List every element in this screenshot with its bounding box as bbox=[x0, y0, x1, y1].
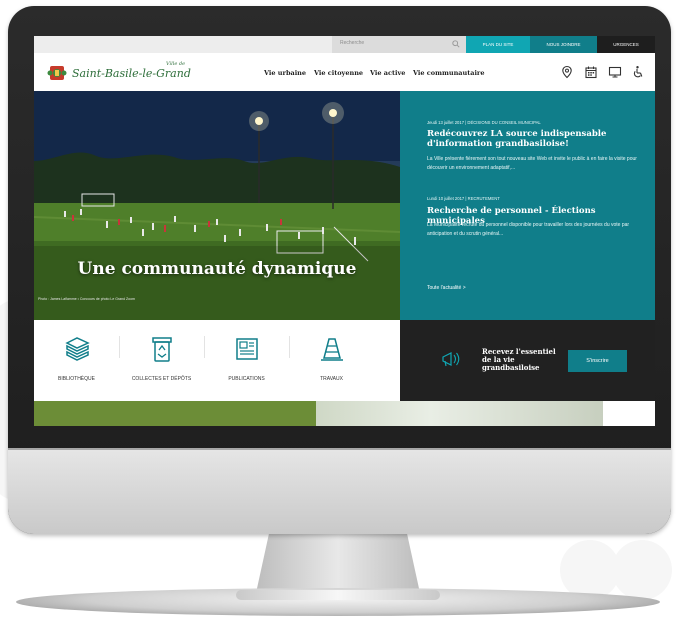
utility-bar: Recherche Plan du site Nous joindre Urge… bbox=[34, 36, 655, 53]
contact-link[interactable]: Nous joindre bbox=[530, 36, 597, 53]
search-field[interactable]: Recherche bbox=[332, 36, 466, 53]
service-label: Collectes et dépôts bbox=[131, 376, 192, 382]
accessibility-icon[interactable] bbox=[631, 65, 645, 79]
monitor-icon[interactable] bbox=[608, 65, 622, 79]
news-title[interactable]: Redécouvrez LA source indispensable d'in… bbox=[427, 129, 647, 149]
service-item-travaux[interactable]: Travaux bbox=[289, 320, 374, 401]
background-shape bbox=[612, 540, 672, 600]
soccer-field-photo bbox=[34, 91, 400, 320]
all-news-link[interactable]: Toute l'actualité > bbox=[427, 285, 466, 291]
monitor-stand-neck bbox=[256, 533, 420, 593]
site-header: Ville de Saint-Basile-le-Grand Vie urbai… bbox=[34, 53, 655, 91]
subscribe-button[interactable]: S'inscrire bbox=[568, 350, 627, 372]
monitor-chin bbox=[8, 448, 671, 534]
service-item-publications[interactable]: Publications bbox=[204, 320, 289, 401]
news-meta: Lundi 10 juillet 2017 | RECRUTEMENT bbox=[427, 196, 500, 201]
service-label: Bibliothèque bbox=[58, 376, 95, 382]
search-icon[interactable] bbox=[452, 40, 460, 48]
search-placeholder: Recherche bbox=[340, 40, 365, 46]
map-pin-icon[interactable] bbox=[560, 65, 574, 79]
traffic-cone-icon bbox=[321, 338, 343, 361]
site-map-link[interactable]: Plan du site bbox=[466, 36, 530, 53]
news-meta: Jeudi 13 juillet 2017 | DÉCISIONS DU CON… bbox=[427, 120, 541, 125]
photo-credit: Photo : James Laflamme • Concours de pho… bbox=[38, 297, 135, 301]
service-label: Publications bbox=[228, 376, 265, 382]
background-shape bbox=[560, 540, 620, 600]
site-logo-text[interactable]: Saint-Basile-le-Grand bbox=[72, 67, 191, 80]
hero-title: Une communauté dynamique bbox=[77, 259, 357, 279]
nav-vie-active[interactable]: Vie active bbox=[370, 69, 405, 77]
news-excerpt: La Municipalité recrute du personnel dis… bbox=[427, 222, 630, 237]
feature-block-photo[interactable] bbox=[316, 401, 603, 426]
news-panel: Jeudi 13 juillet 2017 | DÉCISIONS DU CON… bbox=[400, 91, 655, 320]
emergency-link[interactable]: Urgences bbox=[597, 36, 655, 53]
newsletter-panel: Recevez l'essentiel de la vie grandbasil… bbox=[400, 320, 655, 401]
page: Recherche Plan du site Nous joindre Urge… bbox=[0, 0, 676, 627]
monitor-stand-base-top bbox=[236, 590, 440, 600]
website-screen: Recherche Plan du site Nous joindre Urge… bbox=[34, 36, 655, 426]
service-label: Travaux bbox=[320, 376, 343, 382]
chin-divider bbox=[8, 448, 671, 450]
service-item-bibliotheque[interactable]: Bibliothèque bbox=[34, 320, 119, 401]
newspaper-icon bbox=[236, 338, 258, 360]
news-excerpt: La Ville présente fièrement son tout nou… bbox=[427, 156, 637, 171]
nav-vie-urbaine[interactable]: Vie urbaine bbox=[264, 69, 306, 77]
recycle-bin-icon bbox=[152, 337, 172, 362]
below-fold-strip bbox=[34, 401, 655, 426]
hero-banner[interactable]: Une communauté dynamique Photo : James L… bbox=[34, 91, 400, 320]
books-icon bbox=[65, 337, 90, 361]
nav-vie-citoyenne[interactable]: Vie citoyenne bbox=[314, 69, 363, 77]
megaphone-icon bbox=[442, 352, 460, 367]
feature-block-green[interactable] bbox=[34, 401, 316, 426]
calendar-icon[interactable] bbox=[584, 65, 598, 79]
service-item-collectes[interactable]: Collectes et dépôts bbox=[119, 320, 204, 401]
city-crest-icon[interactable] bbox=[47, 64, 67, 82]
newsletter-text: Recevez l'essentiel de la vie grandbasil… bbox=[482, 347, 556, 372]
service-shortcuts: Bibliothèque Collectes et dépôts bbox=[34, 320, 400, 401]
nav-vie-communautaire[interactable]: Vie communautaire bbox=[413, 69, 484, 77]
